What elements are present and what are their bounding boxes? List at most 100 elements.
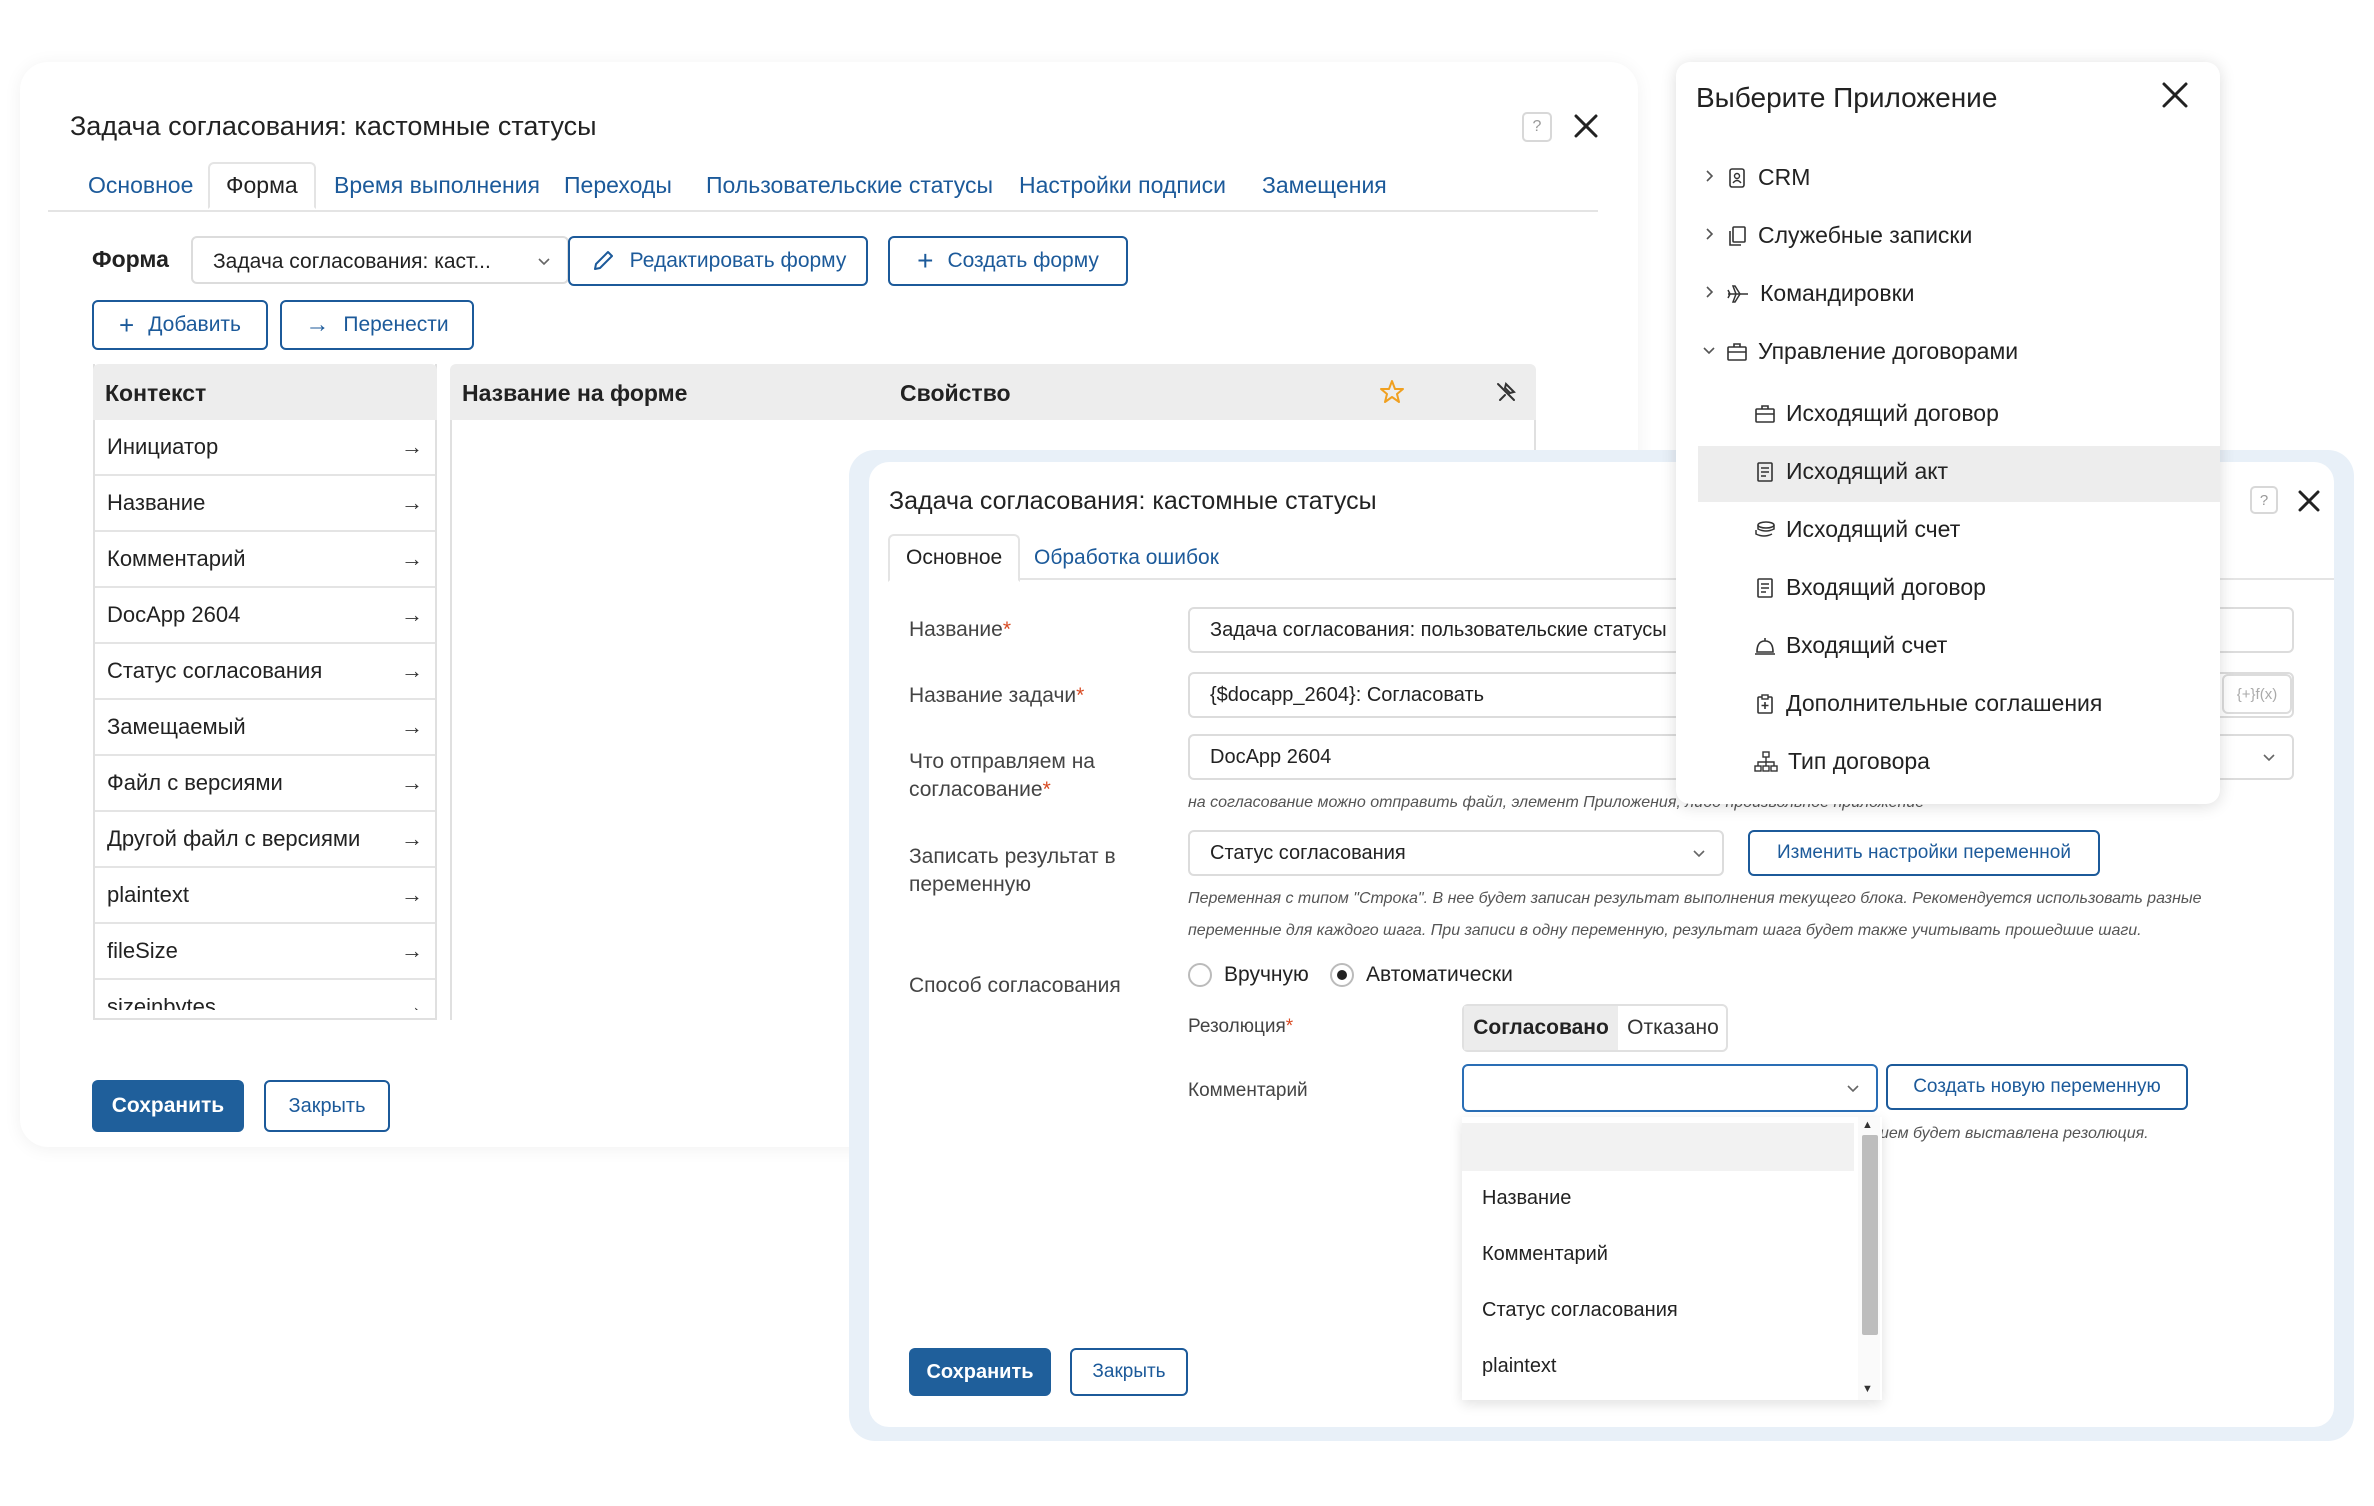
chevron-right-icon[interactable] [1702,283,1716,304]
arrow-right-icon[interactable]: → [401,882,423,908]
context-item-label: Название [107,490,206,515]
form-label: Форма [92,246,169,272]
context-item-label: Другой файл с версиями [107,826,361,851]
close-icon[interactable] [2160,80,2190,110]
hierarchy-icon [1754,750,1778,773]
arrow-right-icon[interactable]: → [401,994,423,1010]
result-hint-line1: Переменная с типом "Строка". В нее будет… [1188,890,2202,907]
arrow-right-icon[interactable]: → [401,826,423,852]
tree-app-item[interactable]: Исходящий договор [1754,400,1999,427]
close-button[interactable]: Закрыть [1070,1348,1188,1396]
help-icon[interactable]: ? [2250,486,2278,514]
picker-title: Выберите Приложение [1696,82,1998,113]
tab-error-handling[interactable]: Обработка ошибок [1034,546,1219,570]
arrow-right-icon[interactable]: → [401,714,423,740]
tree-app-item[interactable]: Дополнительные соглашения [1754,690,2102,717]
change-variable-settings-button[interactable]: Изменить настройки переменной [1748,830,2100,876]
resolution-rejected-button[interactable]: Отказано [1620,1006,1726,1050]
scrollbar-thumb[interactable] [1862,1135,1878,1335]
context-header: Контекст [93,364,437,420]
context-item[interactable]: fileSize → [95,924,435,980]
tree-app-item[interactable]: Входящий счет [1754,632,1947,659]
arrow-right-icon[interactable]: → [401,770,423,796]
arrow-right-icon[interactable]: → [401,434,423,460]
edit-form-button[interactable]: Редактировать форму [568,236,868,286]
tree-item-label: Тип договора [1788,748,1930,774]
tab-transitions[interactable]: Переходы [564,172,672,199]
tree-item-label: Исходящий счет [1786,516,1961,542]
tab-signature-settings[interactable]: Настройки подписи [1019,172,1226,199]
star-icon[interactable] [1378,378,1406,406]
chevron-down-icon[interactable] [1702,341,1716,362]
dropdown-option-empty[interactable] [1462,1123,1854,1171]
context-item[interactable]: Замещаемый → [95,700,435,756]
context-item[interactable]: Название → [95,476,435,532]
context-item-label: plaintext [107,882,189,907]
context-item[interactable]: Комментарий → [95,532,435,588]
plus-icon: + [917,245,934,276]
add-label: Добавить [148,313,241,336]
tab-main[interactable]: Основное [888,534,1021,582]
context-item[interactable]: Инициатор → [95,420,435,476]
dropdown-option[interactable]: Комментарий [1482,1243,1608,1266]
arrow-right-icon[interactable]: → [401,938,423,964]
form-select[interactable]: Задача согласования: каст... [191,236,569,284]
tree-app-item[interactable]: Исходящий акт [1754,458,1948,485]
plus-icon: + [119,309,135,340]
result-select[interactable]: Статус согласования [1188,830,1724,876]
tab-custom-statuses[interactable]: Пользовательские статусы [706,172,993,199]
tree-group[interactable]: Служебные записки [1702,222,1972,249]
tab-form[interactable]: Форма [208,162,316,209]
chevron-right-icon[interactable] [1702,225,1716,246]
context-item[interactable]: plaintext → [95,868,435,924]
move-button[interactable]: → Перенести [280,300,474,350]
context-item[interactable]: Другой файл с версиями → [95,812,435,868]
help-icon[interactable]: ? [1522,112,1552,142]
arrow-right-icon[interactable]: → [401,602,423,628]
tree-item-label: Служебные записки [1758,222,1973,248]
save-button[interactable]: Сохранить [92,1080,244,1132]
comment-hint: ием будет выставлена резолюция. [1880,1125,2149,1142]
formula-button[interactable]: {+}f(x) [2222,674,2292,714]
context-item-label: Инициатор [107,434,219,459]
radio-manual[interactable] [1188,963,1212,987]
arrow-right-icon[interactable]: → [401,546,423,572]
create-new-variable-button[interactable]: Создать новую переменную [1886,1064,2188,1110]
tree-group[interactable]: Управление договорами [1702,338,2018,365]
dropdown-option[interactable]: Статус согласования [1482,1299,1678,1322]
scroll-down-arrow[interactable]: ▼ [1862,1383,1873,1395]
dropdown-option[interactable]: Название [1482,1187,1571,1210]
context-item[interactable]: Статус согласования → [95,644,435,700]
tree-group[interactable]: Командировки [1702,280,1914,307]
context-item[interactable]: DocApp 2604 → [95,588,435,644]
create-form-button[interactable]: + Создать форму [888,236,1128,286]
form-select-value: Задача согласования: каст... [213,250,491,273]
chevron-right-icon[interactable] [1702,167,1716,188]
tab-main[interactable]: Основное [88,172,193,199]
briefcase-icon [1754,403,1776,425]
tab-substitutions[interactable]: Замещения [1262,172,1387,199]
dropdown-option[interactable]: plaintext [1482,1355,1557,1378]
resolution-approved-button[interactable]: Согласовано [1464,1006,1618,1050]
unpin-icon[interactable] [1494,380,1518,404]
tab-execution-time[interactable]: Время выполнения [334,172,540,199]
scroll-up-arrow[interactable]: ▲ [1862,1119,1873,1131]
context-item-label: Комментарий [107,546,246,571]
tree-group[interactable]: CRM [1702,164,1810,191]
tree-app-item[interactable]: Исходящий счет [1754,516,1960,543]
context-item[interactable]: Файл с версиями → [95,756,435,812]
radio-auto[interactable] [1330,963,1354,987]
close-icon[interactable] [1572,112,1600,140]
close-button[interactable]: Закрыть [264,1080,390,1132]
arrow-right-icon[interactable]: → [401,658,423,684]
add-button[interactable]: + Добавить [92,300,268,350]
resolution-label: Резолюция* [1188,1016,1294,1037]
close-label: Закрыть [288,1094,366,1117]
context-item[interactable]: sizeinbytes → [95,980,435,1010]
comment-select[interactable] [1462,1064,1878,1112]
save-button[interactable]: Сохранить [909,1348,1051,1396]
tree-app-item[interactable]: Тип договора [1754,748,1930,775]
close-icon[interactable] [2296,488,2322,514]
tree-app-item[interactable]: Входящий договор [1754,574,1986,601]
arrow-right-icon[interactable]: → [401,490,423,516]
